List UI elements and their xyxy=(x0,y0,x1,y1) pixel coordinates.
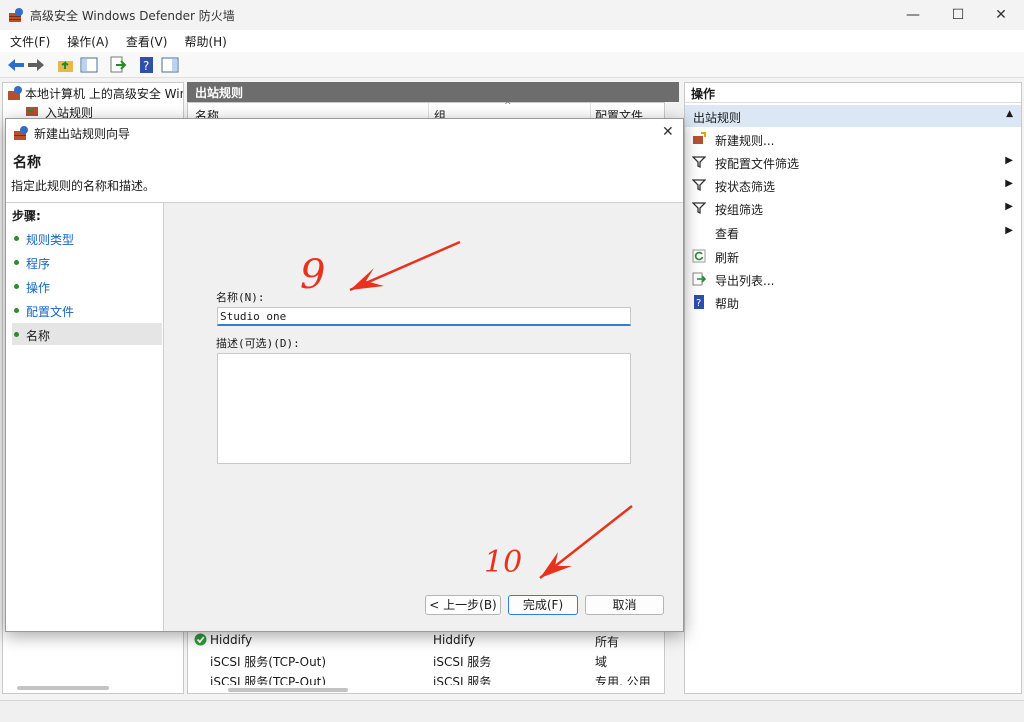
annotation-label-10: 10 xyxy=(484,545,523,580)
annotation-overlay xyxy=(349,240,633,579)
annotation-label-9: 9 xyxy=(300,252,326,298)
annotation-arrow-9 xyxy=(349,240,461,292)
annotation-arrow-10 xyxy=(539,505,633,579)
